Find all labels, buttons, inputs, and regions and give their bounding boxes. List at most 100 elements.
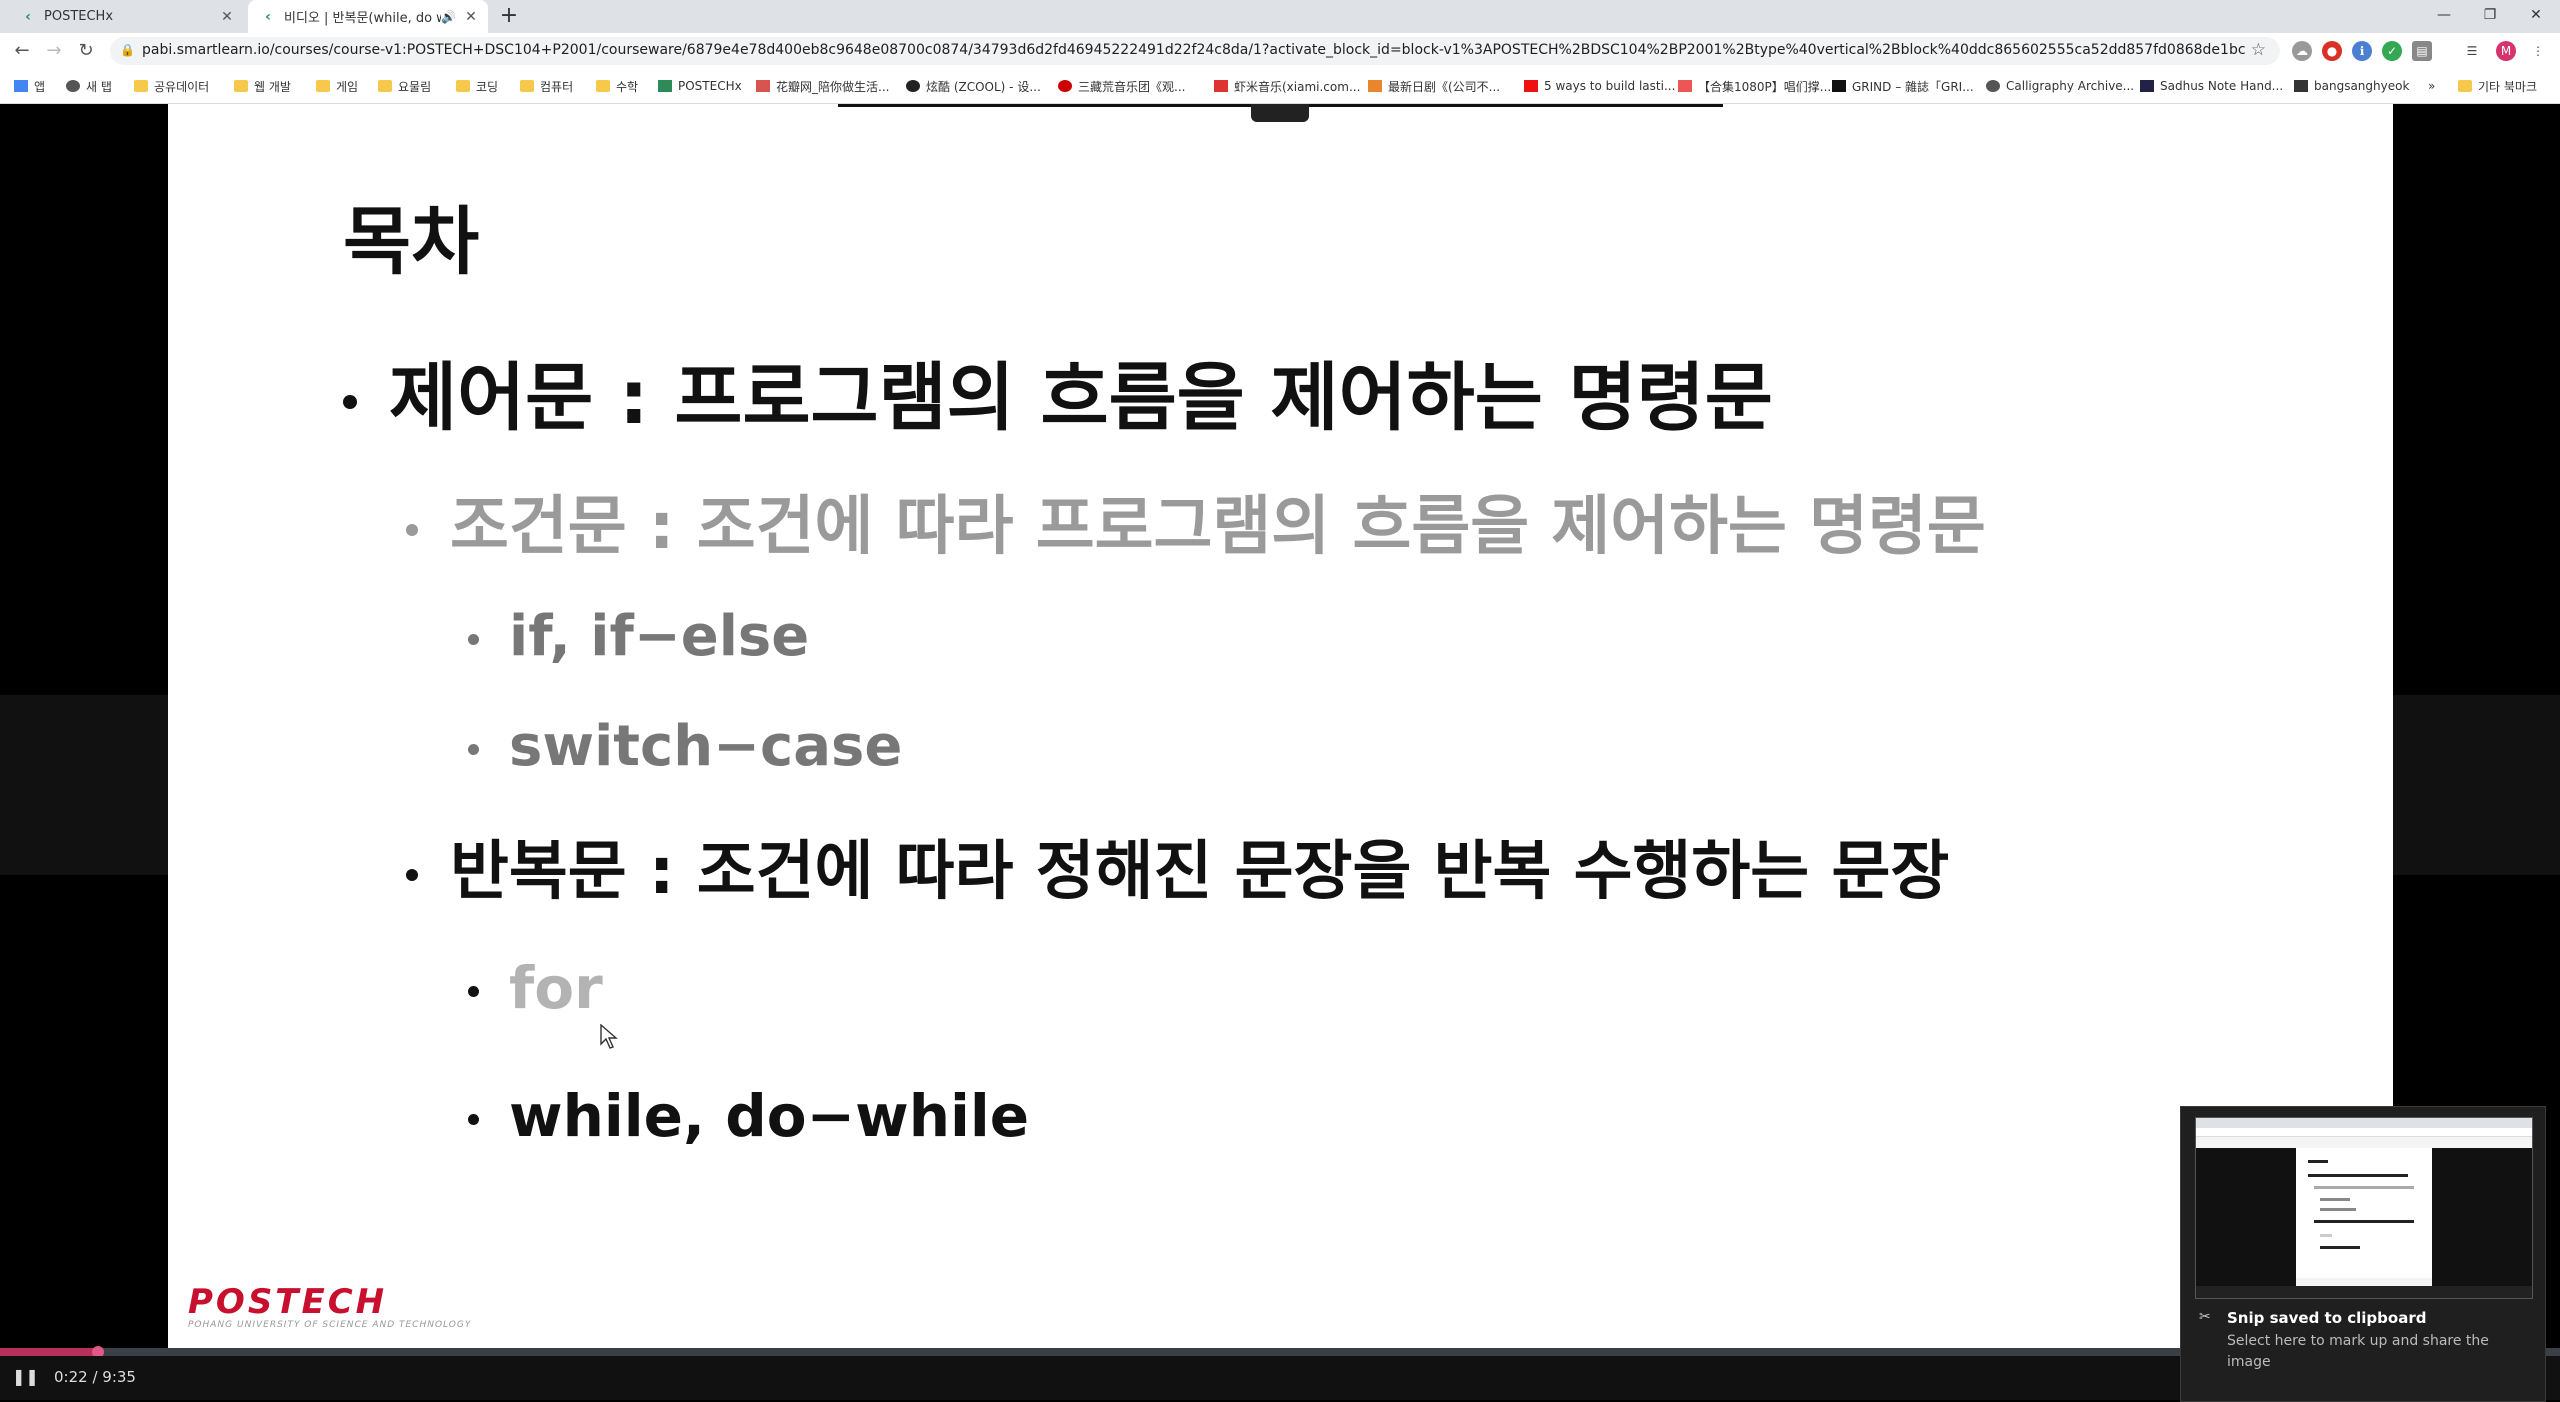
new-tab-button[interactable]: +	[496, 4, 522, 30]
video-frame[interactable]: 목차 제어문 : 프로그램의 흐름을 제어하는 명령문 조건문 : 조건에 따라…	[168, 104, 2393, 1348]
bookmark-apps[interactable]: 앱	[14, 76, 45, 96]
bookmark-folder[interactable]: 게임	[316, 76, 358, 96]
tab-postechx[interactable]: ‹ POSTECHx ✕	[8, 0, 244, 33]
bookmark-favicon-icon	[1214, 80, 1228, 92]
bookmark-folder[interactable]: 코딩	[456, 76, 498, 96]
tab-title: POSTECHx	[44, 9, 114, 24]
menu-icon[interactable]: ⋮	[2528, 41, 2548, 61]
progress-fill	[0, 1348, 99, 1356]
bookmark-item[interactable]: 三藏荒音乐团《观...	[1058, 76, 1185, 96]
thumb-toolbar	[2196, 1128, 2532, 1137]
bookmark-item[interactable]: GRIND – 雜誌「GRI...	[1832, 76, 1974, 96]
extension-red-icon[interactable]: ●	[2322, 41, 2342, 61]
bookmark-favicon-icon	[1058, 80, 1072, 92]
bookmark-folder[interactable]: 공유데이터	[134, 76, 209, 96]
bullet-for: for	[468, 954, 603, 1022]
thumb-letterbox	[2196, 1148, 2296, 1298]
slide-title: 목차	[343, 199, 480, 285]
folder-icon	[234, 80, 248, 92]
snip-notification[interactable]: ✂ Snip saved to clipboard Select here to…	[2180, 1106, 2546, 1402]
bookmark-item[interactable]: 最新日剧《(公司不...	[1368, 76, 1500, 96]
thumb-line	[2314, 1220, 2414, 1223]
bookmark-item[interactable]: 5 ways to build lasti...	[1524, 76, 1675, 96]
folder-icon	[378, 80, 392, 92]
bookmark-item[interactable]: Sadhus Note Hand...	[2140, 76, 2283, 96]
bookmark-item[interactable]: 【合集1080P】唱们撑...	[1678, 76, 1831, 96]
forward-button[interactable]: →	[42, 39, 66, 63]
bookmark-item[interactable]: bangsanghyeok	[2294, 76, 2409, 96]
bookmark-favicon-icon	[1678, 80, 1692, 92]
bookmarks-bar: 앱 새 탭 공유데이터 웹 개발 게임 요물림 코딩 컴퓨터 수학 POSTEC…	[0, 69, 2560, 104]
extension-shield-icon[interactable]: ✓	[2382, 41, 2402, 61]
close-window-button[interactable]: ✕	[2512, 0, 2560, 33]
thumb-letterbox	[2432, 1148, 2532, 1298]
snip-thumbnail[interactable]	[2195, 1117, 2533, 1299]
bookmark-folder[interactable]: 요물림	[378, 76, 431, 96]
background-band	[2393, 695, 2560, 875]
avatar[interactable]: M	[2496, 41, 2516, 61]
postechx-favicon-icon: ‹	[25, 8, 31, 25]
bullet-switch: switch−case	[468, 714, 902, 779]
bookmark-item[interactable]: POSTECHx	[658, 76, 742, 96]
bookmark-item[interactable]: 새 탭	[66, 76, 112, 96]
thumb-line	[2320, 1246, 2360, 1249]
playback-time: 0:22 / 9:35	[54, 1368, 136, 1386]
bookmark-folder[interactable]: 컴퓨터	[520, 76, 573, 96]
bookmark-favicon-icon	[1368, 80, 1382, 92]
camera-notch	[1251, 104, 1309, 122]
thumb-line	[2308, 1174, 2408, 1177]
folder-icon	[596, 80, 610, 92]
tab-bar: ‹ POSTECHx ✕ ‹ 비디오 | 반복문(while, do w 🔊 ✕…	[0, 0, 2560, 33]
pause-icon[interactable]: ❚❚	[12, 1368, 39, 1386]
bookmark-folder[interactable]: 수학	[596, 76, 638, 96]
bullet-dot	[468, 744, 479, 756]
video-progress-bar[interactable]	[0, 1346, 2560, 1358]
bullet-dot	[406, 869, 418, 882]
extension-gray-icon[interactable]: ▤	[2412, 41, 2432, 61]
folder-icon	[2458, 80, 2472, 92]
bookmark-favicon-icon	[906, 80, 920, 92]
globe-icon	[1986, 80, 2000, 92]
notification-body: Select here to mark up and share the ima…	[2227, 1333, 2489, 1370]
bookmark-folder[interactable]: 웹 개발	[234, 76, 291, 96]
bullet-loop: 반복문 : 조건에 따라 정해진 문장을 반복 수행하는 문장	[406, 820, 1949, 912]
thumb-tabbar	[2196, 1118, 2532, 1128]
bullet-dot	[468, 986, 479, 998]
chevron-double-right-icon: »	[2428, 79, 2436, 93]
address-bar[interactable]: 🔒 pabi.smartlearn.io/courses/course-v1:P…	[110, 37, 2280, 65]
thumb-slide	[2296, 1148, 2432, 1278]
bullet-while: while, do−while	[468, 1082, 1029, 1150]
bookmark-star-icon[interactable]: ☆	[2251, 40, 2266, 60]
thumb-line	[2320, 1198, 2350, 1201]
more-bookmarks-button[interactable]: »	[2428, 76, 2435, 96]
bookmark-item[interactable]: 花瓣网_陪你做生活...	[756, 76, 889, 96]
folder-icon	[456, 80, 470, 92]
minimize-button[interactable]: —	[2420, 0, 2468, 33]
thumb-line	[2308, 1160, 2328, 1163]
extension-cloud-icon[interactable]: ☁	[2292, 41, 2312, 61]
reading-list-icon[interactable]: ☰	[2462, 41, 2482, 61]
bookmark-favicon-icon	[2140, 80, 2154, 92]
back-button[interactable]: ←	[10, 39, 34, 63]
bullet-control-statement: 제어문 : 프로그램의 흐름을 제어하는 명령문	[343, 338, 1773, 445]
bookmark-item[interactable]: Calligraphy Archive...	[1986, 76, 2134, 96]
snip-tool-icon: ✂	[2199, 1309, 2211, 1325]
folder-icon	[134, 80, 148, 92]
reload-button[interactable]: ↻	[74, 39, 98, 63]
bookmark-item[interactable]: 炫酷 (ZCOOL) - 设...	[906, 76, 1041, 96]
bookmark-item[interactable]: 虾米音乐(xiami.com...	[1214, 76, 1360, 96]
browser-toolbar: ← → ↻ 🔒 pabi.smartlearn.io/courses/cours…	[0, 33, 2560, 69]
restore-button[interactable]: ❐	[2466, 0, 2514, 33]
tab-video[interactable]: ‹ 비디오 | 반복문(while, do w 🔊 ✕	[248, 0, 488, 33]
close-icon[interactable]: ✕	[462, 9, 480, 25]
postechx-icon	[658, 80, 672, 92]
lock-icon[interactable]: 🔒	[120, 43, 135, 57]
close-icon[interactable]: ✕	[218, 9, 236, 25]
background-band	[0, 695, 168, 875]
globe-icon	[66, 80, 80, 92]
thumb-controls	[2196, 1286, 2532, 1298]
bullet-dot	[468, 634, 479, 646]
audio-playing-icon[interactable]: 🔊	[441, 10, 456, 24]
extension-blue-icon[interactable]: ℹ	[2352, 41, 2372, 61]
bookmark-folder-other[interactable]: 기타 북마크	[2458, 76, 2537, 96]
